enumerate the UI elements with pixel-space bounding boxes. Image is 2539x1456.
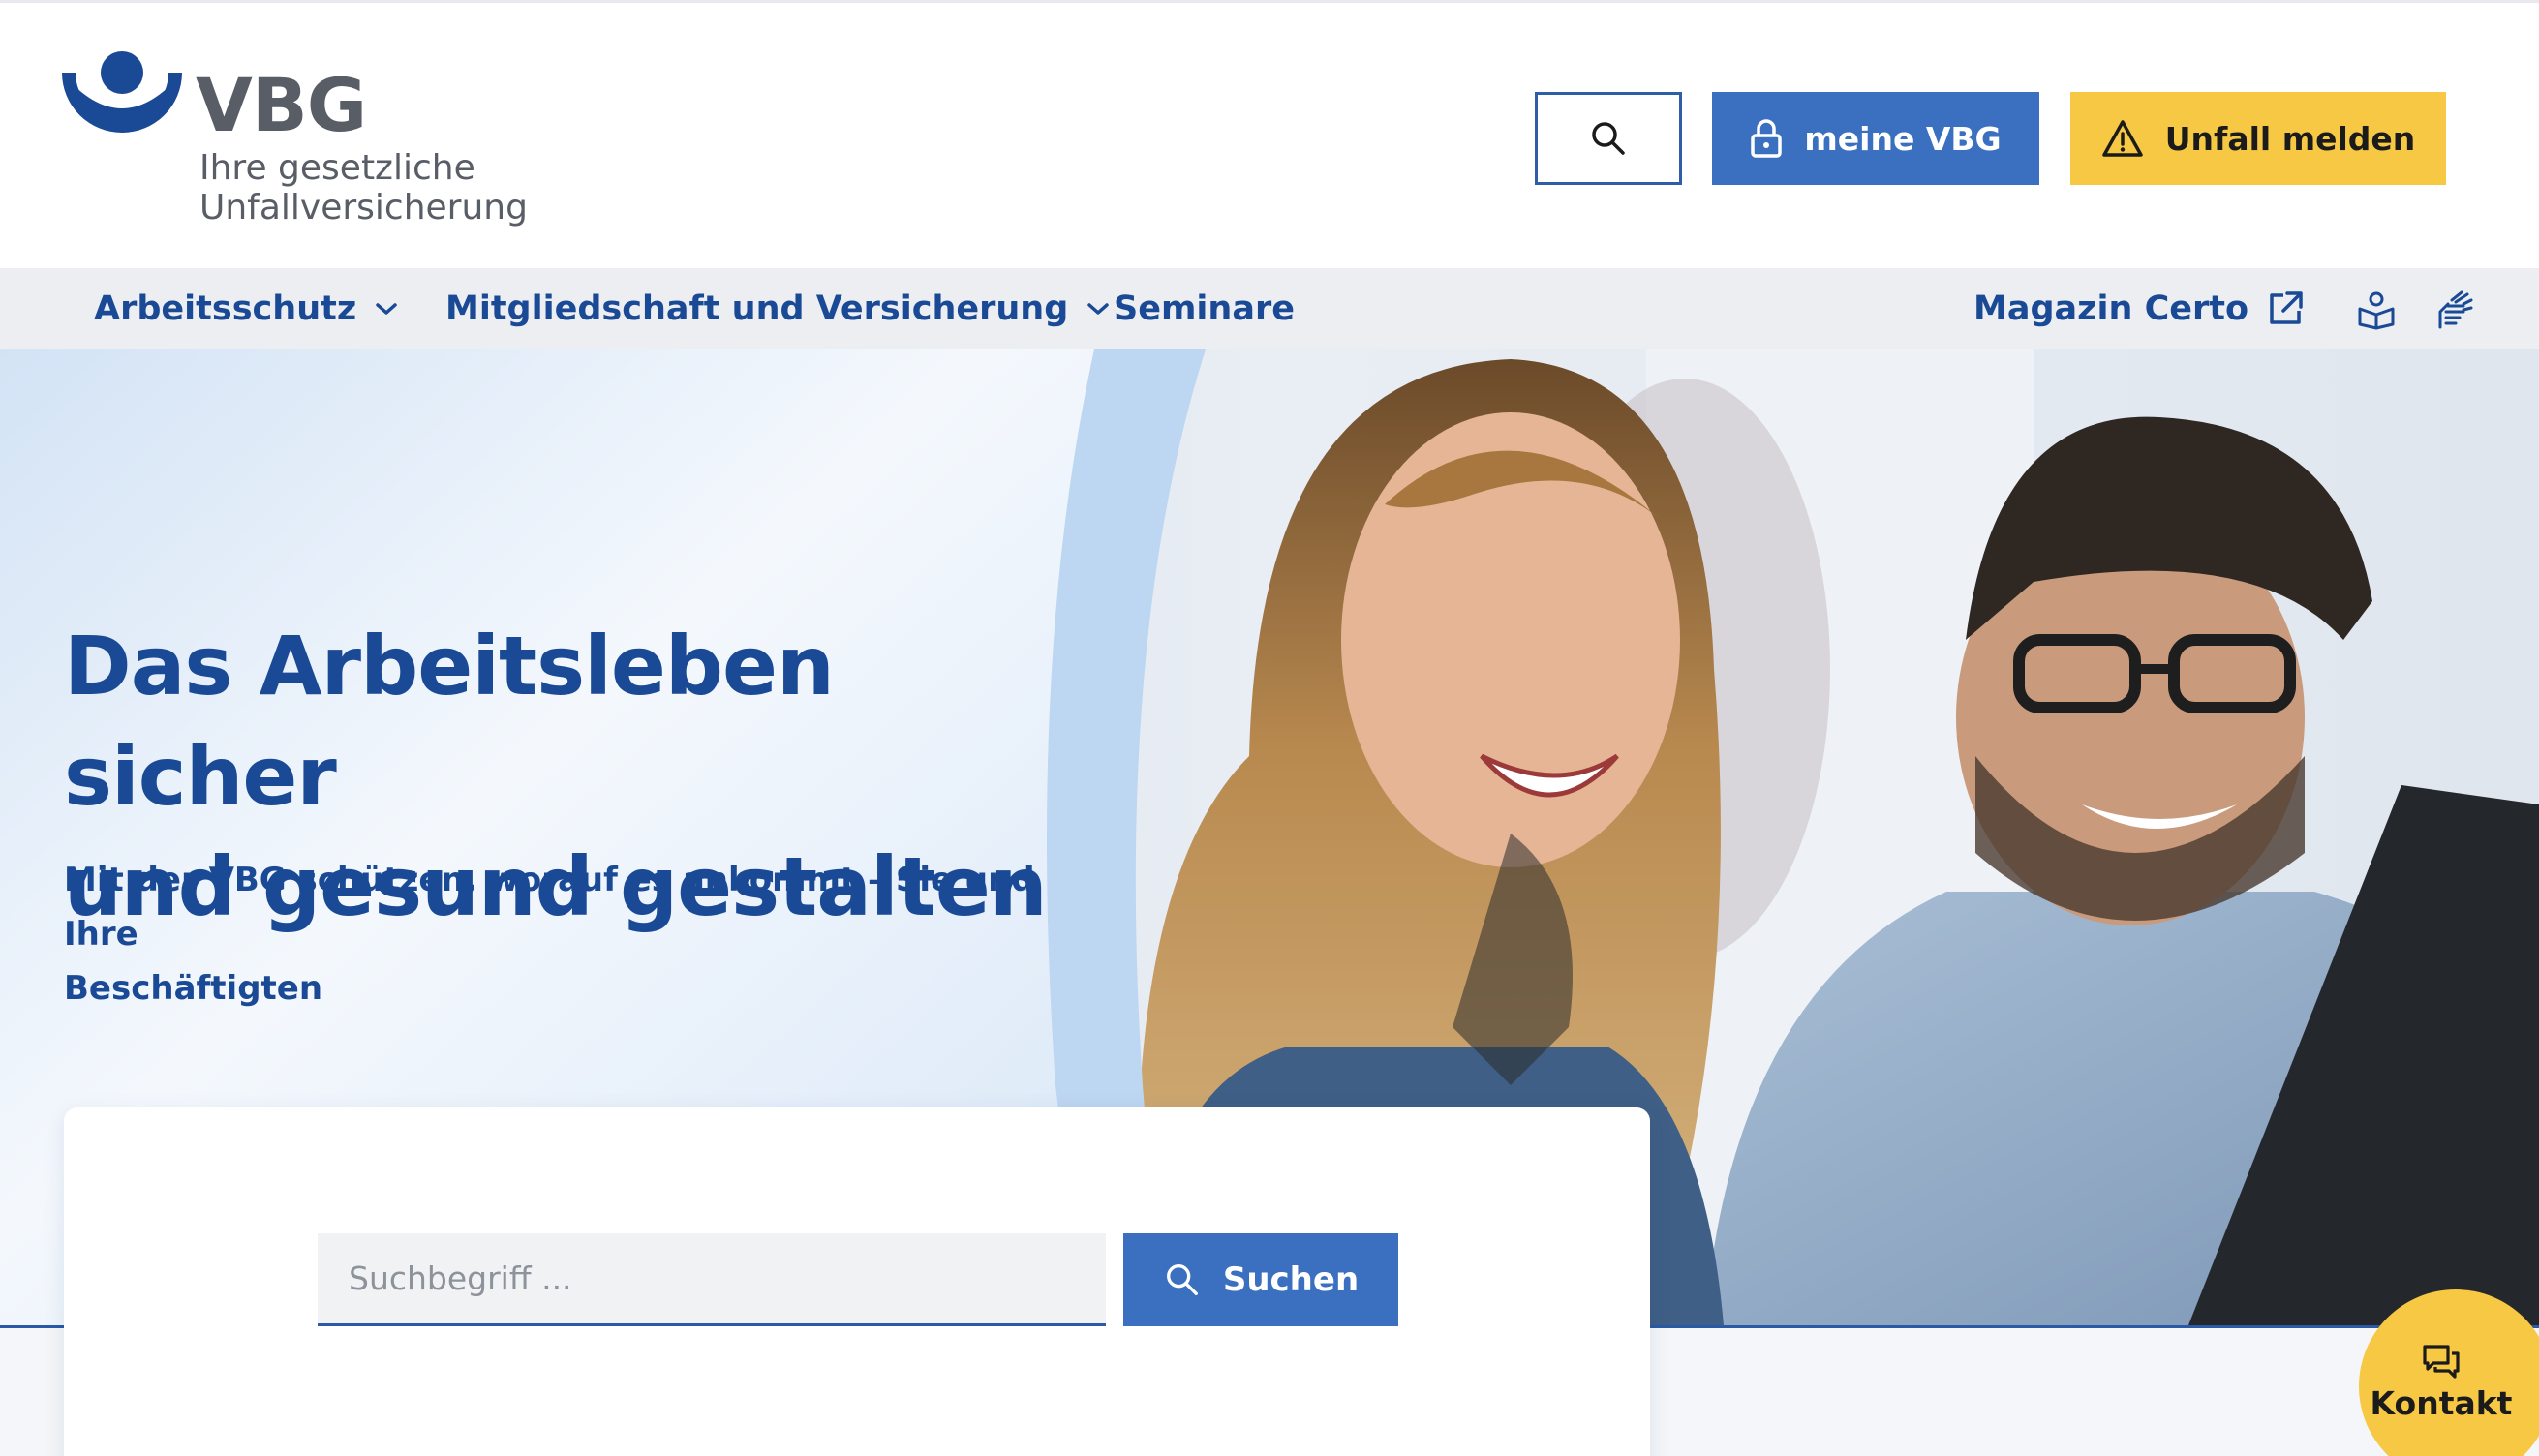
chevron-down-icon [1087, 303, 1110, 315]
chevron-down-icon [376, 303, 397, 315]
sign-language-icon[interactable] [2432, 288, 2477, 332]
nav-item-seminare[interactable]: Seminare [1114, 268, 1295, 349]
meine-vbg-button[interactable]: meine VBG [1712, 92, 2039, 185]
external-link-icon [2270, 291, 2303, 324]
search-submit-button[interactable]: Suchen [1123, 1233, 1398, 1326]
contact-label: Kontakt [2370, 1384, 2513, 1422]
search-card: Suchen [64, 1107, 1650, 1456]
nav-item-magazin-certo[interactable]: Magazin Certo [1973, 268, 2305, 349]
logo-tagline: Ihre gesetzliche Unfallversicherung [199, 148, 528, 228]
search-submit-label: Suchen [1222, 1260, 1360, 1299]
logo-tagline-line2: Unfallversicherung [199, 188, 528, 228]
vbg-logo[interactable]: VBG Ihre gesetzliche Unfallversicherung [62, 51, 528, 235]
chat-icon [2423, 1345, 2460, 1379]
hero-subline-line1: Mit der VBG schützen, worauf es ankommt … [64, 861, 1035, 954]
magazin-certo-label: Magazin Certo [1973, 289, 2249, 328]
lock-icon [1751, 119, 1783, 158]
unfall-melden-button[interactable]: Unfall melden [2070, 92, 2446, 185]
nav-item-mitgliedschaft[interactable]: Mitgliedschaft und Versicherung [445, 268, 1111, 349]
header-search-button[interactable] [1535, 92, 1682, 185]
search-icon [1166, 1264, 1198, 1295]
nav-item-label: Mitgliedschaft und Versicherung [445, 289, 1069, 328]
warning-triangle-icon [2101, 120, 2143, 157]
hero-subline-line2: Beschäftigten [64, 969, 323, 1008]
unfall-melden-label: Unfall melden [2164, 119, 2416, 158]
nav-item-arbeitsschutz[interactable]: Arbeitsschutz [94, 268, 399, 349]
search-input[interactable] [318, 1233, 1106, 1326]
nav-item-label: Arbeitsschutz [94, 289, 357, 328]
hero-headline-line1: Das Arbeitsleben sicher [64, 619, 835, 824]
site-header: VBG Ihre gesetzliche Unfallversicherung … [0, 0, 2539, 268]
logo-wordmark: VBG [196, 62, 367, 148]
nav-item-label: Seminare [1114, 289, 1295, 328]
logo-tagline-line1: Ihre gesetzliche [199, 148, 475, 188]
meine-vbg-label: meine VBG [1804, 119, 2002, 158]
easy-language-icon[interactable] [2354, 288, 2399, 332]
main-navigation: Arbeitsschutz Mitgliedschaft und Versich… [0, 268, 2539, 349]
vbg-logo-mark-icon [62, 51, 182, 133]
search-icon [1592, 122, 1625, 155]
hero-subline: Mit der VBG schützen, worauf es ankommt … [64, 853, 1090, 1016]
